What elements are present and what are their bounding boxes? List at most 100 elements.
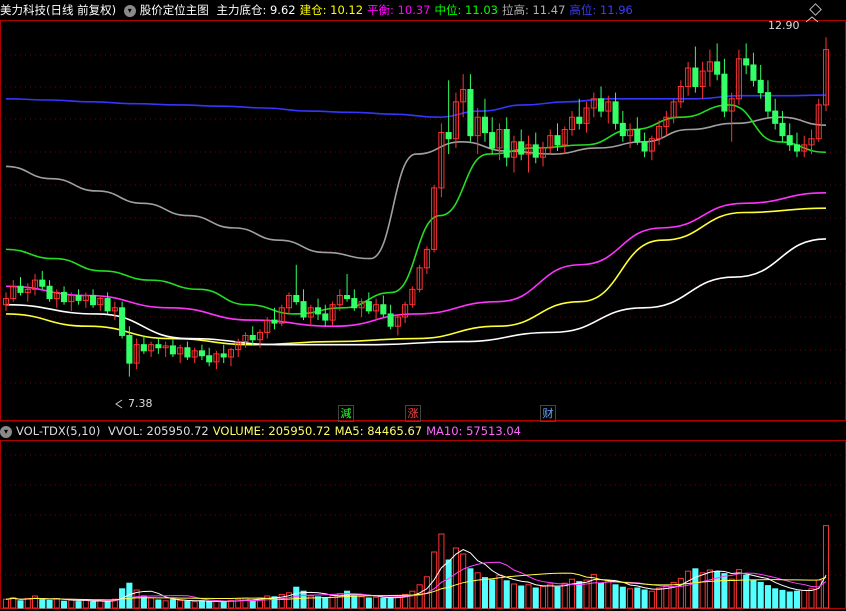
volume-bar xyxy=(808,588,815,609)
volume-bar xyxy=(380,597,387,609)
candle-body xyxy=(576,116,583,124)
volume-bar xyxy=(373,596,380,609)
volume-bar xyxy=(90,601,97,609)
candle-body xyxy=(489,132,496,149)
volume-bar xyxy=(561,582,568,609)
high-arrow xyxy=(805,16,819,23)
event-marker-zhang[interactable]: 涨 xyxy=(405,405,421,422)
candle-body xyxy=(387,313,394,327)
event-marker-cai[interactable]: 财 xyxy=(540,405,556,422)
volume-bar xyxy=(53,598,60,609)
volume-bar xyxy=(300,590,307,609)
volume-bar xyxy=(764,585,771,609)
volume-bar xyxy=(757,581,764,609)
candle-body xyxy=(126,334,133,364)
candle-body xyxy=(692,67,699,87)
volume-bar xyxy=(39,599,46,609)
candle-body xyxy=(779,122,786,137)
chart-canvas[interactable] xyxy=(0,0,846,611)
volume-bar xyxy=(554,586,561,609)
candle-body xyxy=(764,92,771,112)
candle-body xyxy=(750,64,757,81)
candle-body xyxy=(206,355,213,363)
low-price-label: 7.38 xyxy=(128,397,153,410)
candle-body xyxy=(503,129,510,158)
volume-bar xyxy=(365,597,372,609)
volume-bar xyxy=(104,600,111,609)
volume-bar xyxy=(155,599,162,609)
stock-chart-window: 美力科技(日线 前复权) ▾ 股价定位主图 主力底仓: 9.62 建仓: 10.12… xyxy=(0,0,846,611)
candle-body xyxy=(554,135,561,146)
volume-bar xyxy=(474,572,481,609)
volume-bar xyxy=(61,600,68,609)
volume-bar xyxy=(721,573,728,609)
volume-bar xyxy=(518,585,525,609)
volume-bar xyxy=(576,581,583,609)
candle-body xyxy=(271,319,278,324)
candle-body xyxy=(314,307,322,315)
candle-body xyxy=(155,344,162,349)
volume-bar xyxy=(460,553,467,609)
volume-bar xyxy=(322,597,329,609)
candle-body xyxy=(293,294,300,303)
volume-bar xyxy=(213,600,220,609)
candle-body xyxy=(184,347,191,358)
volume-bar xyxy=(169,599,176,609)
volume-bar xyxy=(772,588,779,609)
volume-bar xyxy=(452,547,459,609)
candle-body xyxy=(300,301,307,318)
candle-body xyxy=(532,144,539,158)
high-price-label: 12.90 xyxy=(768,19,800,32)
candle-body xyxy=(104,298,111,312)
candle-body xyxy=(322,313,329,321)
volume-bar xyxy=(547,583,554,609)
volume-bar xyxy=(656,587,663,609)
volume-bar xyxy=(24,597,31,609)
volume-bar xyxy=(10,597,17,609)
candle-body xyxy=(249,334,256,341)
volume-bar xyxy=(162,600,169,609)
candle-body xyxy=(714,61,721,75)
volume-bar xyxy=(75,601,82,609)
candle-body xyxy=(17,285,24,293)
candle-body xyxy=(786,135,793,146)
candle-body xyxy=(598,98,605,112)
volume-bar xyxy=(409,590,416,609)
candle-body xyxy=(220,353,227,358)
volume-bar xyxy=(358,596,365,609)
volume-bar xyxy=(394,596,401,609)
volume-bar xyxy=(612,584,619,609)
volume-bar xyxy=(82,599,89,609)
candle-body xyxy=(169,345,176,355)
volume-bar xyxy=(481,577,488,609)
volume-bar xyxy=(801,589,808,609)
volume-bar xyxy=(242,597,249,609)
volume-bar xyxy=(31,595,39,609)
volume-bar xyxy=(2,598,10,609)
volume-bar xyxy=(539,585,547,609)
candle-body xyxy=(61,291,68,303)
volume-bar xyxy=(532,587,539,609)
candle-body xyxy=(119,307,126,336)
candle-body xyxy=(140,344,147,352)
volume-bar xyxy=(293,586,300,609)
volume-bar xyxy=(750,579,757,609)
candle-body xyxy=(344,294,351,300)
volume-bar xyxy=(416,584,423,609)
candle-body xyxy=(90,294,97,306)
event-marker-jian[interactable]: 減 xyxy=(338,405,354,422)
volume-bar xyxy=(489,579,496,609)
candle-body xyxy=(634,129,641,143)
ma-line-lift xyxy=(5,116,827,260)
volume-bar xyxy=(17,600,24,609)
volume-bar xyxy=(822,525,830,609)
volume-bar xyxy=(634,587,641,609)
candle-body xyxy=(380,304,387,315)
volume-bar xyxy=(191,601,198,609)
volume-bar xyxy=(68,599,75,609)
volume-bar xyxy=(206,601,213,609)
candle-body xyxy=(481,116,488,134)
volume-bar xyxy=(198,600,205,609)
volume-bar xyxy=(177,599,184,609)
candle-body xyxy=(772,110,779,124)
